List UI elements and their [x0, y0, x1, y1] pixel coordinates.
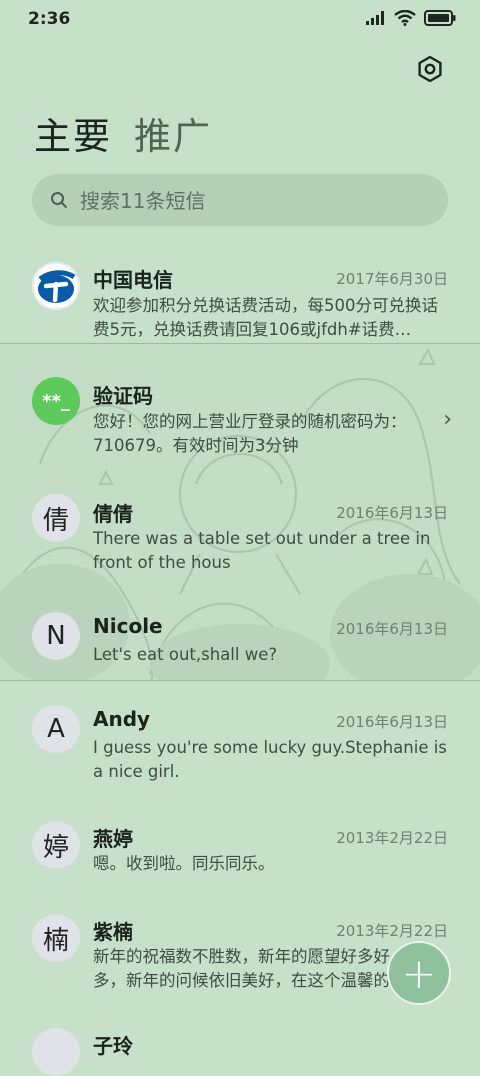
sender-name: Andy [93, 707, 151, 731]
message-date: 2016年6月13日 [336, 504, 448, 522]
china-telecom-logo-icon [32, 262, 80, 310]
message-date: 2017年6月30日 [336, 270, 448, 288]
settings-button[interactable] [416, 55, 444, 83]
signal-icon [366, 11, 384, 25]
wifi-icon [394, 10, 416, 26]
message-preview: There was a table set out under a tree i… [93, 529, 431, 572]
sender-name: 倩倩 [93, 502, 133, 526]
chevron-right-icon[interactable]: › [443, 407, 452, 432]
search-input[interactable] [78, 174, 432, 228]
sender-name: 燕婷 [93, 827, 133, 851]
contact-avatar: 倩 [32, 494, 80, 542]
tab-primary[interactable]: 主要 [34, 106, 112, 160]
message-item[interactable]: 婷 燕婷 2013年2月22日 嗯。收到啦。同乐同乐。 [0, 819, 480, 879]
plus-icon: + [401, 948, 437, 998]
message-preview: 嗯。收到啦。同乐同乐。 [93, 854, 275, 873]
tab-promotions[interactable]: 推广 [134, 106, 212, 160]
new-message-button[interactable]: + [387, 941, 451, 1005]
message-date: 2013年2月22日 [336, 829, 448, 847]
sender-name: 中国电信 [93, 268, 173, 292]
search-icon [51, 192, 67, 208]
message-preview: 您好！您的网上营业厅登录的随机密码为：710679。有效时间为3分钟 [93, 412, 407, 455]
message-item[interactable]: N Nicole 2016年6月13日 Let's eat out,shall … [0, 610, 480, 670]
tab-bar: 主要 推广 [34, 106, 212, 160]
verification-code-avatar: **_ [32, 377, 80, 425]
settings-hex-icon [418, 55, 442, 83]
status-time: 2:36 [28, 9, 71, 29]
message-item[interactable]: 子玲 [0, 1028, 480, 1076]
sender-name: 子玲 [93, 1034, 133, 1058]
search-bar[interactable] [32, 174, 448, 228]
contact-avatar: 婷 [32, 821, 80, 869]
message-preview: 欢迎参加积分兑换话费活动，每500分可兑换话费5元，兑换话费请回复106或jfd… [93, 296, 438, 339]
message-item[interactable]: **_ 验证码 您好！您的网上营业厅登录的随机密码为：710679。有效时间为3… [0, 375, 480, 463]
contact-avatar: N [32, 612, 80, 660]
message-preview: Let's eat out,shall we? [93, 645, 278, 664]
sender-name: Nicole [93, 614, 163, 638]
message-preview: 新年的祝福数不胜数，新年的愿望好多好多，新年的问候依旧美好，在这个温馨的时刻 [93, 947, 390, 990]
contact-avatar [32, 1028, 80, 1076]
message-item[interactable]: A Andy 2016年6月13日 I guess you're some lu… [0, 703, 480, 791]
message-item[interactable]: 中国电信 2017年6月30日 欢迎参加积分兑换话费活动，每500分可兑换话费5… [0, 255, 480, 343]
battery-icon [424, 10, 456, 26]
contact-avatar: 楠 [32, 914, 80, 962]
sender-name: 验证码 [93, 384, 153, 408]
sender-name: 紫楠 [93, 920, 133, 944]
message-preview: I guess you're some lucky guy.Stephanie … [93, 738, 447, 781]
contact-avatar: A [32, 705, 80, 753]
message-date: 2013年2月22日 [336, 922, 448, 940]
message-item[interactable]: 倩 倩倩 2016年6月13日 There was a table set ou… [0, 494, 480, 582]
message-date: 2016年6月13日 [336, 620, 448, 638]
status-bar: 2:36 [0, 0, 480, 38]
status-icons [366, 10, 456, 26]
message-date: 2016年6月13日 [336, 713, 448, 731]
